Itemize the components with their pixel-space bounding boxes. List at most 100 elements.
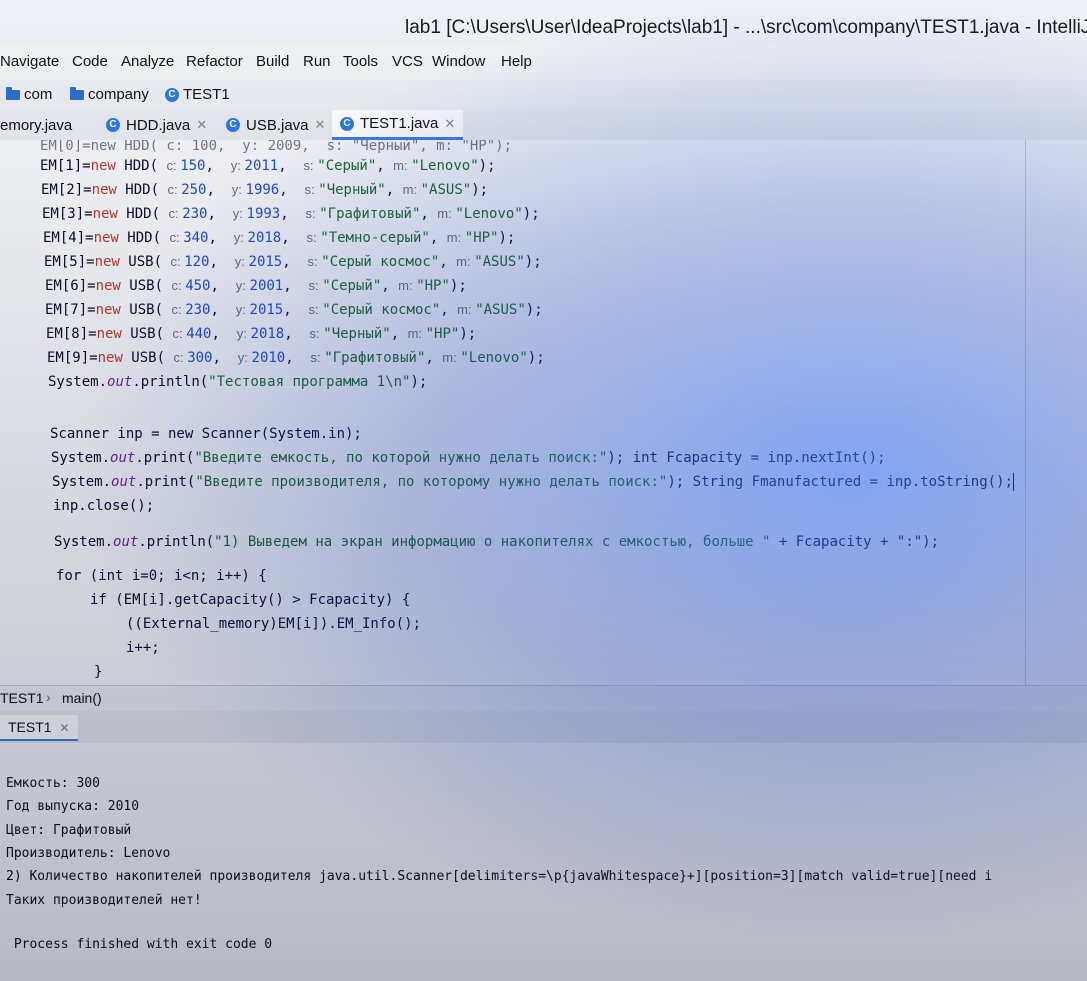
code-string: "Lenovo" <box>455 206 523 222</box>
code-token: , <box>278 158 304 174</box>
code-line-brace: } <box>94 664 103 680</box>
code-line-em6: EM[6]=new USB( c: 450, y: 2001, s: "Серы… <box>45 274 467 298</box>
code-string: "HP" <box>416 278 450 294</box>
tab-label: TEST1.java <box>360 115 439 132</box>
nav-crumb-test1[interactable]: C TEST1 <box>165 86 230 103</box>
param-hint: m: <box>457 302 476 317</box>
menu-navigate[interactable]: Navigate <box>0 53 59 70</box>
code-token: HDD( <box>118 230 170 246</box>
code-token: , <box>205 158 231 174</box>
code-token: USB( <box>119 254 171 270</box>
menu-vcs[interactable]: VCS <box>392 53 423 70</box>
param-hint: s: <box>308 302 323 317</box>
run-tool-window-header: TEST1 ✕ <box>0 711 1087 743</box>
code-token: , <box>439 254 457 270</box>
close-icon[interactable]: ✕ <box>59 721 69 735</box>
code-line-increment: i++; <box>126 640 160 656</box>
run-tab-test1[interactable]: TEST1 ✕ <box>0 715 78 741</box>
param-hint: c: <box>167 182 182 197</box>
code-string: "Тестовая программа 1\n" <box>208 374 411 390</box>
code-number: 1993 <box>246 206 281 222</box>
console-line: Емкость: 300 <box>6 776 100 791</box>
param-hint: s: <box>306 230 321 245</box>
code-token: ); <box>527 350 545 366</box>
code-number: 340 <box>183 230 209 246</box>
code-keyword: new <box>95 302 121 318</box>
console-line: Таких производителей нет! <box>6 893 202 908</box>
param-hint: s: <box>305 206 320 221</box>
code-number: 2011 <box>244 158 279 174</box>
param-hint: c: <box>171 278 186 293</box>
code-string: "Темно-серый" <box>320 230 430 246</box>
close-icon[interactable]: ✕ <box>444 116 455 132</box>
tab-usb[interactable]: C USB.java ✕ <box>218 110 333 140</box>
code-token: , <box>425 350 443 366</box>
code-token: ); <box>525 302 543 318</box>
param-hint: m: <box>446 230 465 245</box>
code-line-close: inp.close(); <box>53 498 155 514</box>
folder-icon <box>6 86 20 100</box>
close-icon[interactable]: ✕ <box>196 117 207 133</box>
param-hint: c: <box>171 302 186 317</box>
code-token: , <box>284 326 310 342</box>
menu-window[interactable]: Window <box>432 53 485 70</box>
structure-breadcrumb: TEST1 › main() <box>0 685 1087 712</box>
code-string: "1) Выведем на экран информацию о накопи… <box>214 534 771 550</box>
code-token: EM[6]= <box>45 278 96 294</box>
code-string: "Серый космос" <box>321 254 440 270</box>
code-keyword: new <box>92 206 118 222</box>
run-console[interactable]: Емкость: 300 Год выпуска: 2010 Цвет: Гра… <box>0 743 1087 981</box>
console-line: Цвет: Графитовый <box>6 823 132 838</box>
tab-external-memory[interactable]: emory.java <box>0 110 80 140</box>
right-margin-guide <box>1025 140 1026 685</box>
code-string: "Lenovo" <box>460 350 528 366</box>
code-token: EM[1]= <box>40 158 91 174</box>
code-token: , <box>281 230 307 246</box>
tab-label: HDD.java <box>126 116 191 134</box>
nav-crumb-label: company <box>88 86 149 103</box>
code-number: 2018 <box>250 326 285 342</box>
breadcrumb-class[interactable]: TEST1 <box>0 690 44 706</box>
param-hint: y: <box>235 278 250 293</box>
nav-crumb-company[interactable]: company <box>70 86 149 103</box>
param-hint: s: <box>303 158 318 173</box>
param-hint: c: <box>173 350 188 365</box>
window-title-bar: lab1 [C:\Users\User\IdeaProjects\lab1] -… <box>0 0 1087 44</box>
java-class-icon: C <box>340 116 354 131</box>
menu-tools[interactable]: Tools <box>343 53 378 70</box>
tab-test1[interactable]: C TEST1.java ✕ <box>332 110 464 140</box>
code-string: "ASUS" <box>420 182 472 198</box>
code-keyword: new <box>96 326 122 342</box>
tab-label: USB.java <box>246 116 309 134</box>
param-hint: m: <box>402 182 421 197</box>
tab-hdd[interactable]: C HDD.java ✕ <box>98 110 215 140</box>
code-token: , <box>376 158 394 174</box>
code-keyword: new <box>90 158 116 174</box>
code-line-println-test: System.out.println("Тестовая программа 1… <box>48 374 428 390</box>
code-number: 2018 <box>247 230 282 246</box>
close-icon[interactable]: ✕ <box>315 117 326 133</box>
code-token: , <box>283 302 309 318</box>
code-token: EM[3]= <box>42 206 93 222</box>
menu-analyze[interactable]: Analyze <box>121 53 174 70</box>
menu-build[interactable]: Build <box>256 53 289 70</box>
code-number: 120 <box>184 254 210 270</box>
breadcrumb-method[interactable]: main() <box>62 690 102 706</box>
param-hint: y: <box>235 302 250 317</box>
param-hint: m: <box>407 326 426 341</box>
code-token: EM[4]= <box>43 230 94 246</box>
nav-crumb-com[interactable]: com <box>6 86 52 103</box>
code-tail: + Fcapacity + ":"); <box>770 534 940 550</box>
code-line-em4: EM[4]=new HDD( c: 340, y: 2018, s: "Темн… <box>43 226 515 250</box>
param-hint: c: <box>166 158 181 173</box>
menu-run[interactable]: Run <box>303 53 331 70</box>
code-tail: ; int Fcapacity = inp.nextInt(); <box>615 450 886 466</box>
param-hint: c: <box>169 230 184 245</box>
menu-code[interactable]: Code <box>72 53 108 70</box>
code-string: "Серый" <box>317 158 377 174</box>
tab-label: emory.java <box>0 116 73 134</box>
param-hint: s: <box>309 326 324 341</box>
code-editor[interactable]: EM[0]=new HDD( c: 100, y: 2009, s: "Черн… <box>0 140 1087 685</box>
menu-refactor[interactable]: Refactor <box>186 53 243 70</box>
menu-help[interactable]: Help <box>501 53 532 70</box>
